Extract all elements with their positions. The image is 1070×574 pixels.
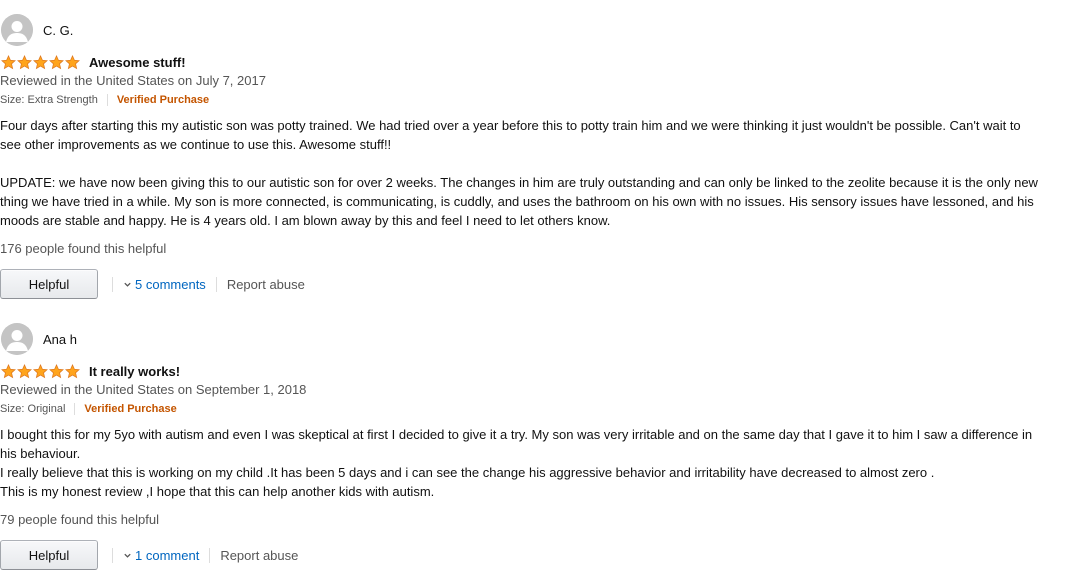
report-abuse-link[interactable]: Report abuse bbox=[220, 548, 298, 563]
divider bbox=[112, 276, 113, 292]
format-size[interactable]: Size: Original bbox=[0, 403, 65, 415]
divider bbox=[74, 403, 76, 415]
format-size[interactable]: Size: Extra Strength bbox=[0, 94, 98, 106]
divider bbox=[106, 94, 108, 106]
review-title-row: Awesome stuff! bbox=[1, 54, 186, 70]
review-actions: Helpful 1 comment Report abuse bbox=[0, 539, 298, 571]
star-icon bbox=[65, 363, 80, 378]
reviewer-profile[interactable]: Ana h bbox=[1, 323, 77, 355]
star-icon bbox=[49, 54, 64, 69]
helpful-count: 176 people found this helpful bbox=[0, 241, 167, 256]
avatar-icon bbox=[1, 323, 33, 355]
review-date: Reviewed in the United States on July 7,… bbox=[0, 73, 266, 88]
review-title-row: It really works! bbox=[1, 363, 180, 379]
star-icon bbox=[1, 54, 16, 69]
divider bbox=[215, 276, 217, 292]
star-icon bbox=[1, 363, 16, 378]
review-format-strip: Size: Extra Strength Verified Purchase bbox=[0, 94, 209, 106]
star-icon bbox=[33, 54, 48, 69]
review-paragraph: UPDATE: we have now been giving this to … bbox=[0, 175, 1038, 228]
helpful-button[interactable]: Helpful bbox=[0, 540, 98, 570]
comments-toggle[interactable]: 1 comment bbox=[123, 548, 199, 563]
review-body: I bought this for my 5yo with autism and… bbox=[0, 425, 1040, 501]
star-rating[interactable] bbox=[1, 54, 81, 70]
verified-purchase-badge: Verified Purchase bbox=[116, 94, 210, 106]
helpful-button[interactable]: Helpful bbox=[0, 269, 98, 299]
reviewer-profile[interactable]: C. G. bbox=[1, 14, 73, 46]
review-paragraph: I bought this for my 5yo with autism and… bbox=[0, 427, 1033, 461]
review-title[interactable]: It really works! bbox=[89, 364, 180, 379]
review-title[interactable]: Awesome stuff! bbox=[89, 55, 186, 70]
reviewer-name[interactable]: C. G. bbox=[43, 23, 73, 38]
star-icon bbox=[33, 363, 48, 378]
review-date: Reviewed in the United States on Septemb… bbox=[0, 382, 307, 397]
comments-toggle[interactable]: 5 comments bbox=[123, 277, 206, 292]
review-paragraph: This is my honest review ,I hope that th… bbox=[0, 484, 435, 499]
report-abuse-link[interactable]: Report abuse bbox=[227, 277, 305, 292]
review-body: Four days after starting this my autisti… bbox=[0, 116, 1040, 230]
divider bbox=[112, 547, 113, 563]
divider bbox=[209, 547, 211, 563]
avatar-icon bbox=[1, 14, 33, 46]
comments-link-label: 1 comment bbox=[135, 547, 200, 563]
chevron-down-icon bbox=[124, 282, 131, 287]
review-format-strip: Size: Original Verified Purchase bbox=[0, 403, 177, 415]
review-paragraph: Four days after starting this my autisti… bbox=[0, 118, 1021, 152]
star-icon bbox=[65, 54, 80, 69]
reviewer-name[interactable]: Ana h bbox=[43, 332, 77, 347]
review-actions: Helpful 5 comments Report abuse bbox=[0, 268, 305, 300]
star-icon bbox=[17, 363, 32, 378]
star-rating[interactable] bbox=[1, 363, 81, 379]
chevron-down-icon bbox=[124, 553, 131, 558]
review-paragraph: I really believe that this is working on… bbox=[0, 465, 935, 480]
helpful-count: 79 people found this helpful bbox=[0, 512, 160, 527]
star-icon bbox=[49, 363, 64, 378]
comments-link-label: 5 comments bbox=[135, 276, 206, 292]
star-icon bbox=[17, 54, 32, 69]
verified-purchase-badge: Verified Purchase bbox=[84, 403, 177, 415]
